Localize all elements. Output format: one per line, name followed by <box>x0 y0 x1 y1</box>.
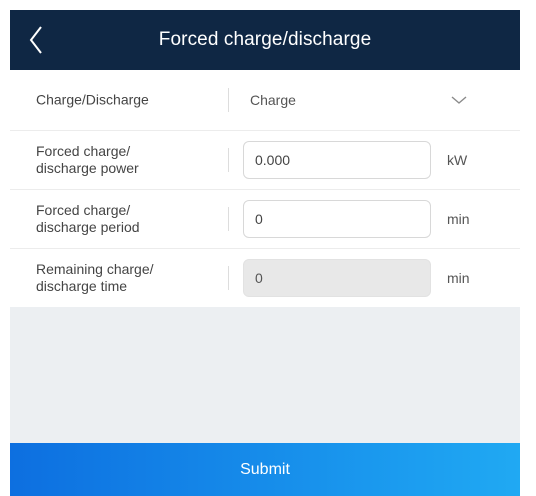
power-input[interactable] <box>243 141 431 179</box>
power-label-line2: discharge power <box>36 160 139 176</box>
row-divider <box>228 266 229 290</box>
row-divider <box>228 148 229 172</box>
back-button[interactable] <box>20 22 52 58</box>
page-title: Forced charge/discharge <box>158 29 372 50</box>
submit-button[interactable]: Submit <box>10 443 520 496</box>
remaining-label-line2: discharge time <box>36 278 128 294</box>
power-label: Forced charge/ discharge power <box>36 143 216 177</box>
chevron-down-icon[interactable] <box>450 94 468 106</box>
remaining-label: Remaining charge/ discharge time <box>36 261 216 295</box>
row-divider <box>228 207 229 231</box>
power-label-line1: Forced charge/ <box>36 143 131 159</box>
empty-content-area <box>10 307 520 443</box>
mode-select-value[interactable]: Charge <box>250 92 296 108</box>
app-header: Forced charge/discharge <box>10 10 520 70</box>
period-input[interactable] <box>243 200 431 238</box>
power-row: Forced charge/ discharge power kW <box>10 131 520 190</box>
row-divider <box>228 88 229 112</box>
chevron-left-icon <box>29 26 42 54</box>
period-label: Forced charge/ discharge period <box>36 202 216 236</box>
remaining-unit: min <box>447 270 470 286</box>
period-label-line1: Forced charge/ <box>36 202 131 218</box>
mode-label: Charge/Discharge <box>36 91 149 108</box>
forced-charge-form: Charge/Discharge Charge Forced charge/ d… <box>10 70 520 308</box>
remaining-label-line1: Remaining charge/ <box>36 261 154 277</box>
period-row: Forced charge/ discharge period min <box>10 190 520 249</box>
remaining-row: Remaining charge/ discharge time min <box>10 249 520 308</box>
power-unit: kW <box>447 152 468 168</box>
remaining-time-field <box>243 259 431 297</box>
period-unit: min <box>447 211 470 227</box>
mode-row: Charge/Discharge Charge <box>10 70 520 131</box>
period-label-line2: discharge period <box>36 219 140 235</box>
